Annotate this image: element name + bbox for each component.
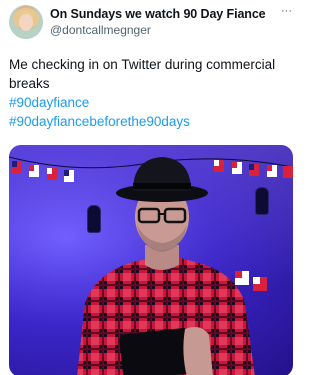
tweet-card[interactable]: On Sundays we watch 90 Day Fiance @dontc… (0, 0, 300, 375)
avatar[interactable] (9, 5, 43, 39)
man-in-fedora (77, 157, 255, 375)
tweet-body: Me checking in on Twitter during commerc… (9, 57, 276, 91)
hashtag-link[interactable]: #90dayfiancebeforethe90days (9, 112, 291, 131)
user-handle[interactable]: @dontcallmegnger (50, 23, 151, 37)
tweet-text: Me checking in on Twitter during commerc… (9, 55, 291, 131)
avatar-face (19, 14, 33, 31)
display-name[interactable]: On Sundays we watch 90 Day Fiance (50, 7, 266, 21)
tweet-media-image[interactable] (9, 145, 293, 375)
more-options-icon[interactable]: ··· (281, 6, 292, 17)
hashtag-link[interactable]: #90dayfiance (9, 93, 291, 112)
